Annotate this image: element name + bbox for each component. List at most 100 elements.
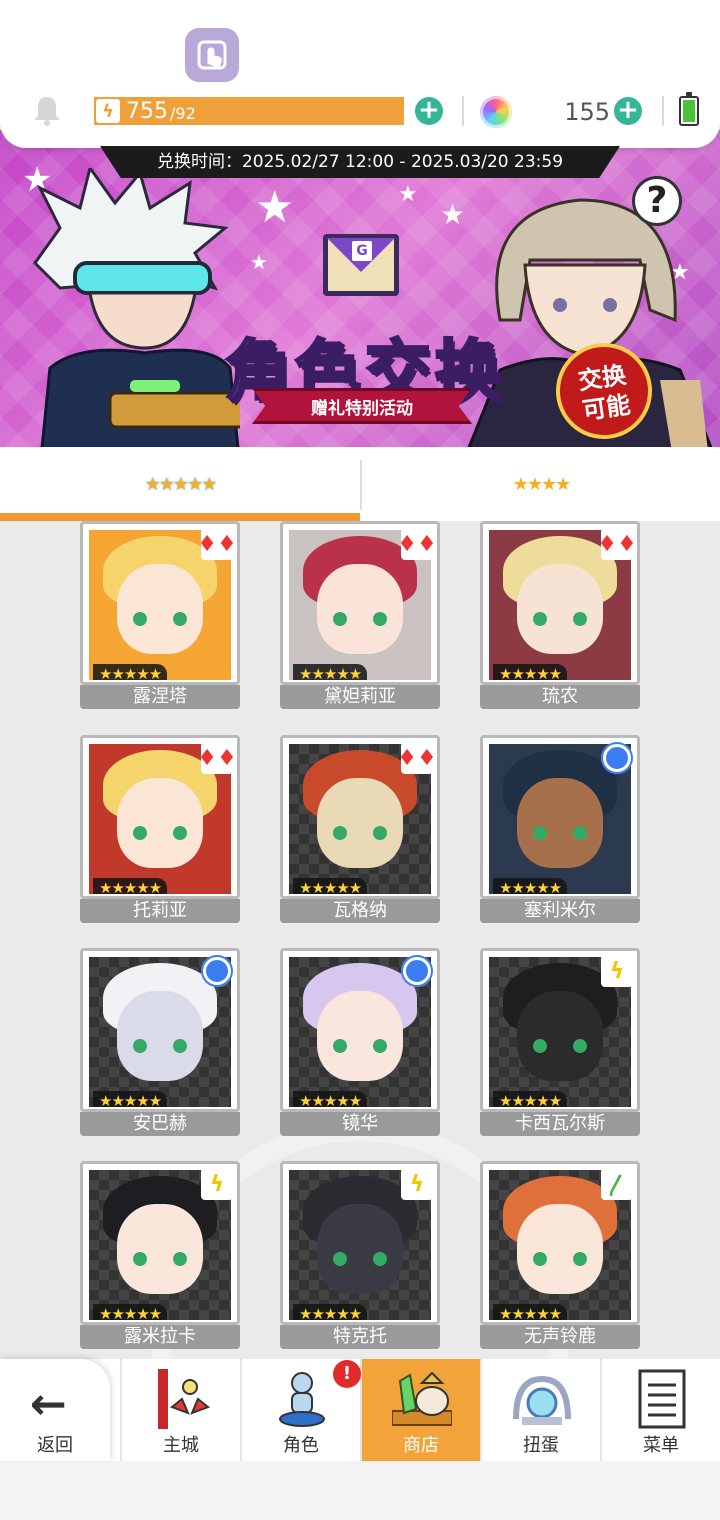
- character-card[interactable]: ★★★★★ 安巴赫: [80, 948, 240, 1136]
- top-bar: ϟ 755 /92 + 155 +: [0, 0, 720, 148]
- back-label: 返回: [37, 1435, 73, 1456]
- water-element-icon: [601, 742, 633, 774]
- tab-five-star[interactable]: ★★★★★: [0, 447, 360, 521]
- portrait-eyes: [333, 1039, 387, 1053]
- nav-label: 商店: [403, 1435, 439, 1456]
- portrait-face: [517, 778, 603, 868]
- character-name: 露米拉卡: [80, 1325, 240, 1349]
- nav-shop[interactable]: 商店: [360, 1359, 480, 1461]
- character-card[interactable]: ★★★★★ ♦♦ 托莉亚: [80, 735, 240, 923]
- portrait-face: [117, 991, 203, 1081]
- character-name: 无声铃鹿: [480, 1325, 640, 1349]
- rarity-stars: ★★★★★: [493, 664, 568, 680]
- star-decoration: ★: [255, 182, 295, 233]
- nav-gacha[interactable]: 扭蛋: [480, 1359, 600, 1461]
- rarity-stars: ★★★★★: [93, 1091, 168, 1107]
- battery-icon: [679, 92, 699, 126]
- tab-four-star[interactable]: ★★★★: [362, 447, 720, 521]
- rainbow-gem-icon: [480, 96, 512, 128]
- portrait-face: [117, 1204, 203, 1294]
- character-card[interactable]: ★★★★★ 塞利米尔: [480, 735, 640, 923]
- portrait-face: [117, 778, 203, 868]
- stamina-current: 755: [126, 98, 168, 124]
- portrait-face: [317, 778, 403, 868]
- app-root: { "topbar": { "stamina_current": "755", …: [0, 0, 720, 1520]
- stamina-bar: ϟ 755 /92: [94, 97, 404, 125]
- character-name: 托莉亚: [80, 899, 240, 923]
- portrait-eyes: [533, 612, 587, 626]
- fire-element-icon: ♦♦: [397, 742, 437, 774]
- bell-icon[interactable]: [32, 94, 62, 126]
- add-gems-button[interactable]: +: [614, 97, 642, 125]
- character-figure-icon: [279, 1372, 325, 1427]
- portrait-frame: ★★★★★ 〳: [480, 1161, 640, 1325]
- water-element-icon: [401, 955, 433, 987]
- character-name: 露涅塔: [80, 685, 240, 709]
- shop-items-icon: [392, 1371, 452, 1426]
- rarity-stars: ★★★★★: [93, 664, 168, 680]
- portrait-frame: ★★★★★: [280, 948, 440, 1112]
- stamina-max: /92: [170, 103, 196, 123]
- portrait-eyes: [533, 826, 587, 840]
- wind-element-icon: 〳: [601, 1168, 633, 1200]
- character-card[interactable]: ★★★★★ 〳无声铃鹿: [480, 1161, 640, 1349]
- portrait-frame: ★★★★★ ♦♦: [280, 735, 440, 899]
- rarity-stars: ★★★★★: [93, 1304, 168, 1320]
- town-icon: [158, 1369, 210, 1429]
- character-name: 安巴赫: [80, 1112, 240, 1136]
- portrait-frame: ★★★★★: [80, 948, 240, 1112]
- tab-divider: [360, 460, 362, 510]
- portrait-face: [317, 991, 403, 1081]
- portrait-face: [517, 1204, 603, 1294]
- divider: [662, 96, 664, 126]
- help-button[interactable]: ?: [632, 176, 682, 226]
- floating-app-icon[interactable]: [185, 28, 239, 82]
- portrait-eyes: [133, 1039, 187, 1053]
- portrait-face: [517, 991, 603, 1081]
- character-card[interactable]: ★★★★★ ϟ 特克托: [280, 1161, 440, 1349]
- nav-town[interactable]: 主城: [120, 1359, 240, 1461]
- nav-label: 扭蛋: [523, 1435, 559, 1456]
- portrait-eyes: [533, 1252, 587, 1266]
- add-stamina-button[interactable]: +: [415, 97, 443, 125]
- portrait-frame: ★★★★★ ♦♦: [480, 521, 640, 685]
- character-grid: ★★★★★ ♦♦ 露涅塔 ★★★★★ ♦♦ 黛妲莉亚 ★★★★★ ♦♦ 琉农 ★★★★★ ♦♦ 托莉亚…: [0, 521, 720, 1359]
- character-card[interactable]: ★★★★★ ♦♦ 黛妲莉亚: [280, 521, 440, 709]
- star-decoration: ★: [398, 182, 418, 207]
- portrait-eyes: [133, 1252, 187, 1266]
- nav-menu[interactable]: 菜单: [600, 1359, 720, 1461]
- character-card[interactable]: ★★★★★ ♦♦ 琉农: [480, 521, 640, 709]
- character-card[interactable]: ★★★★★ ♦♦ 瓦格纳: [280, 735, 440, 923]
- character-art-left: [33, 168, 240, 447]
- nav-label: 菜单: [643, 1435, 679, 1456]
- character-card[interactable]: ★★★★★ ϟ 露米拉卡: [80, 1161, 240, 1349]
- fire-element-icon: ♦♦: [197, 528, 237, 560]
- portrait-frame: ★★★★★ ϟ: [280, 1161, 440, 1325]
- fire-element-icon: ♦♦: [397, 528, 437, 560]
- portrait-eyes: [333, 1252, 387, 1266]
- event-subtitle: 赠礼特别活动: [252, 388, 472, 424]
- portrait-eyes: [133, 826, 187, 840]
- rarity-stars: ★★★★★: [493, 1304, 568, 1320]
- portrait-eyes: [333, 826, 387, 840]
- tab-label: ★★★★★: [144, 473, 218, 495]
- fire-element-icon: ♦♦: [597, 528, 637, 560]
- portrait-frame: ★★★★★ ♦♦: [280, 521, 440, 685]
- rarity-stars: ★★★★★: [493, 878, 568, 894]
- back-button[interactable]: ← 返回: [0, 1359, 110, 1461]
- portrait-frame: ★★★★★: [480, 735, 640, 899]
- character-card[interactable]: ★★★★★ 镜华: [280, 948, 440, 1136]
- fire-element-icon: ♦♦: [197, 742, 237, 774]
- nav-label: 角色: [283, 1435, 319, 1456]
- divider: [462, 96, 464, 126]
- event-title: 角色交换: [224, 332, 505, 412]
- thunder-element-icon: ϟ: [201, 1168, 233, 1200]
- portrait-eyes: [533, 1039, 587, 1053]
- portrait-eyes: [333, 612, 387, 626]
- character-name: 琉农: [480, 685, 640, 709]
- character-card[interactable]: ★★★★★ ♦♦ 露涅塔: [80, 521, 240, 709]
- rarity-stars: ★★★★★: [93, 878, 168, 894]
- portrait-face: [317, 564, 403, 654]
- rarity-stars: ★★★★★: [293, 878, 368, 894]
- character-card[interactable]: ★★★★★ ϟ 卡西瓦尔斯: [480, 948, 640, 1136]
